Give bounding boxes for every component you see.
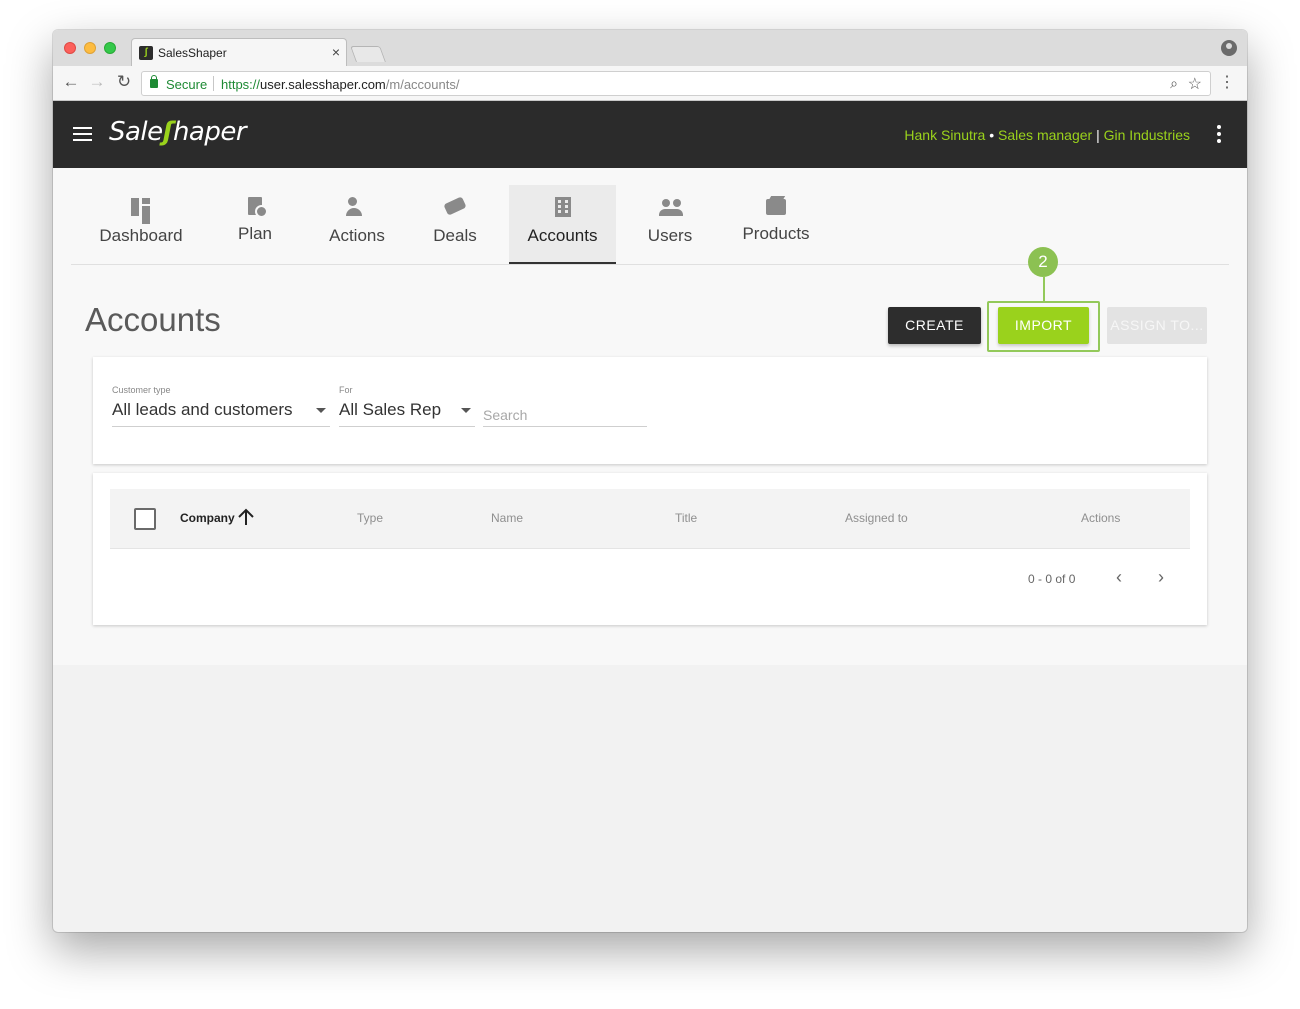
tab-products-label: Products xyxy=(742,224,810,243)
accounts-table-card: Company Type Name Title Assigned to Acti… xyxy=(93,473,1207,625)
tab-actions[interactable]: Actions xyxy=(320,185,394,264)
zoom-icon[interactable]: ⌕ xyxy=(1170,75,1178,92)
pagination-range: 0 - 0 of 0 xyxy=(1028,572,1076,586)
user-divider: | xyxy=(1092,127,1104,143)
minimize-window-button[interactable] xyxy=(84,42,96,54)
browser-toolbar: ← → ↻ Secure https://user.salesshaper.co… xyxy=(53,66,1247,101)
customer-type-select[interactable]: Customer type All leads and customers xyxy=(112,385,330,427)
tab-dashboard[interactable]: Dashboard xyxy=(98,185,184,264)
for-select[interactable]: For All Sales Rep xyxy=(339,385,475,427)
bookmark-star-icon[interactable]: ☆ xyxy=(1188,74,1202,94)
column-type[interactable]: Type xyxy=(357,511,383,525)
for-value: All Sales Rep xyxy=(339,400,442,419)
main-content: Dashboard Plan Actions Deals Accounts Us… xyxy=(53,168,1247,665)
building-icon xyxy=(554,197,571,217)
logo-mark: ʃ xyxy=(162,117,174,147)
logo-prefix: Sale xyxy=(109,117,163,147)
address-bar[interactable]: Secure https://user.salesshaper.com/m/ac… xyxy=(141,71,1211,96)
tab-dashboard-label: Dashboard xyxy=(99,226,183,245)
tab-accounts[interactable]: Accounts xyxy=(509,185,616,264)
tab-users[interactable]: Users xyxy=(643,185,697,264)
new-tab-button[interactable] xyxy=(350,46,386,62)
maximize-window-button[interactable] xyxy=(104,42,116,54)
next-page-icon[interactable]: › xyxy=(1153,567,1169,588)
logo-suffix: haper xyxy=(172,117,247,147)
user-company: Gin Industries xyxy=(1103,127,1190,143)
url-path: /m/accounts/ xyxy=(385,77,460,92)
forward-arrow-icon[interactable]: → xyxy=(87,72,107,92)
tab-strip: ʃ SalesShaper × xyxy=(53,30,1247,66)
previous-page-icon[interactable]: ‹ xyxy=(1111,567,1127,588)
customer-type-value: All leads and customers xyxy=(112,400,293,419)
dashboard-icon xyxy=(130,197,152,217)
secure-label: Secure xyxy=(166,77,208,92)
tab-plan[interactable]: Plan xyxy=(227,185,283,264)
browser-window: ʃ SalesShaper × ← → ↻ Secure https://use… xyxy=(53,30,1247,932)
tab-users-label: Users xyxy=(647,226,693,245)
tab-close-icon[interactable]: × xyxy=(332,44,340,60)
lock-icon xyxy=(150,75,158,88)
browser-tab[interactable]: ʃ SalesShaper × xyxy=(131,38,347,66)
handshake-icon xyxy=(444,197,466,217)
column-assigned-to[interactable]: Assigned to xyxy=(845,511,908,525)
back-arrow-icon[interactable]: ← xyxy=(61,72,81,92)
table-header: Company Type Name Title Assigned to Acti… xyxy=(110,489,1190,549)
column-actions: Actions xyxy=(1081,511,1121,525)
dropdown-caret-icon xyxy=(461,408,471,413)
step-callout-badge: 2 xyxy=(1028,247,1058,277)
tab-products[interactable]: Products xyxy=(737,185,815,264)
user-name: Hank Sinutra xyxy=(904,127,986,143)
app-menu-icon[interactable] xyxy=(1217,125,1221,146)
address-separator xyxy=(213,76,214,91)
tab-actions-label: Actions xyxy=(329,226,385,245)
tab-plan-label: Plan xyxy=(237,224,273,243)
callout-connector xyxy=(1043,276,1045,302)
tab-accounts-label: Accounts xyxy=(527,226,598,245)
create-button[interactable]: CREATE xyxy=(888,307,981,344)
dropdown-caret-icon xyxy=(316,408,326,413)
tab-deals-label: Deals xyxy=(433,226,477,245)
salesshaper-logo[interactable]: Saleʃhaper xyxy=(109,117,247,147)
users-icon xyxy=(659,197,683,217)
app-header: Saleʃhaper Hank Sinutra • Sales manager … xyxy=(53,101,1247,168)
page-title: Accounts xyxy=(85,301,221,338)
import-button[interactable]: IMPORT xyxy=(998,307,1089,344)
user-info[interactable]: Hank Sinutra • Sales manager | Gin Indus… xyxy=(904,127,1190,143)
user-bullet: • xyxy=(985,127,999,143)
assign-to-button[interactable]: ASSIGN TO... xyxy=(1107,307,1207,344)
filter-card: Customer type All leads and customers Fo… xyxy=(93,357,1207,464)
user-role: Sales manager xyxy=(998,127,1093,143)
url-host: user.salesshaper.com xyxy=(260,77,386,92)
reload-icon[interactable]: ↻ xyxy=(114,72,134,92)
url-text[interactable]: https://user.salesshaper.com/m/accounts/ xyxy=(221,77,459,92)
favicon-icon: ʃ xyxy=(139,46,153,60)
column-name[interactable]: Name xyxy=(491,511,523,525)
customer-type-label: Customer type xyxy=(112,385,171,395)
select-all-checkbox[interactable] xyxy=(134,508,156,530)
column-company[interactable]: Company xyxy=(180,511,235,525)
url-scheme: https:// xyxy=(221,77,261,92)
tab-title: SalesShaper xyxy=(158,46,227,60)
profile-icon[interactable] xyxy=(1221,40,1237,56)
tab-deals[interactable]: Deals xyxy=(428,185,482,264)
module-tabs: Dashboard Plan Actions Deals Accounts Us… xyxy=(71,168,1229,265)
column-title[interactable]: Title xyxy=(675,511,697,525)
actions-icon xyxy=(346,197,368,217)
close-window-button[interactable] xyxy=(64,42,76,54)
search-input[interactable] xyxy=(483,403,647,427)
box-icon xyxy=(766,199,786,215)
plan-icon xyxy=(248,197,268,218)
sort-arrow-up-icon[interactable] xyxy=(237,508,255,526)
hamburger-menu-icon[interactable] xyxy=(73,127,92,145)
for-label: For xyxy=(339,385,353,395)
browser-menu-icon[interactable]: ⋮ xyxy=(1219,72,1235,92)
